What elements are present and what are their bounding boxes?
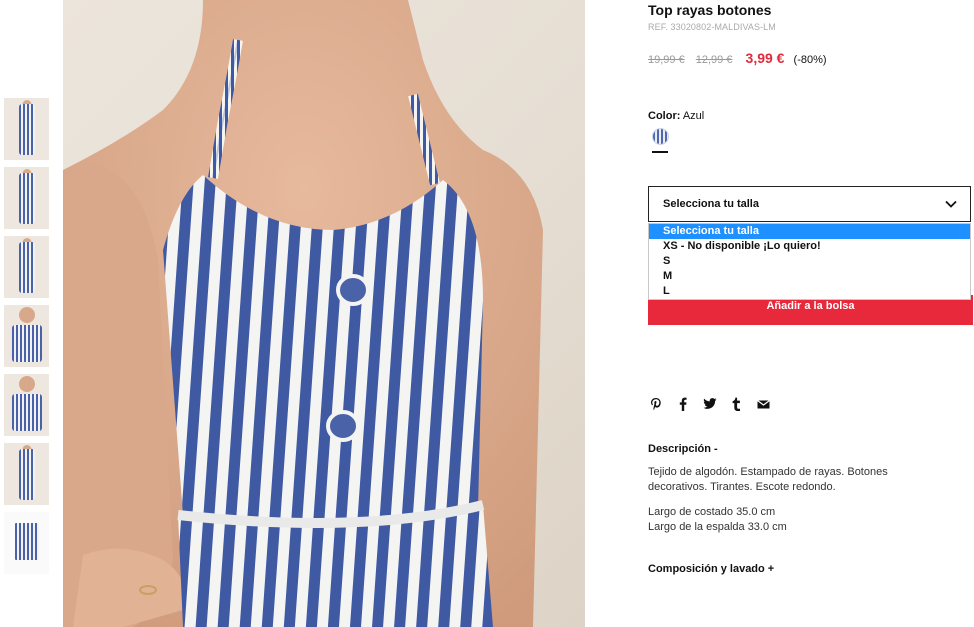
thumbnail-strip [4,98,50,581]
color-swatch-azul[interactable] [652,128,669,145]
price-row: 19,99 € 12,99 € 3,99 € (-80%) [648,50,827,66]
composition-heading[interactable]: Composición y lavado + [648,563,774,575]
thumbnail-6[interactable] [4,443,49,505]
product-main-image[interactable] [63,0,585,627]
discount-badge: (-80%) [793,54,827,66]
color-label: Color: [648,110,681,122]
size-option-s[interactable]: S [649,254,970,269]
facebook-icon[interactable] [675,396,690,411]
thumbnail-4[interactable] [4,305,49,367]
description-text: Tejido de algodón. Estampado de rayas. B… [648,466,888,493]
thumbnail-3[interactable] [4,236,49,298]
size-option-placeholder[interactable]: Selecciona tu talla [649,224,970,239]
current-price: 3,99 € [745,50,785,66]
measure-side: Largo de costado 35.0 cm [648,506,776,518]
product-reference: REF. 33020802-MALDIVAS-LM [648,22,776,32]
description-heading[interactable]: Descripción - [648,443,718,455]
thumbnail-5[interactable] [4,374,49,436]
product-title: Top rayas botones [648,2,772,18]
size-option-xs[interactable]: XS - No disponible ¡Lo quiero! [649,239,970,254]
color-value: Azul [682,110,705,122]
twitter-icon[interactable] [702,396,717,411]
size-option-l[interactable]: L [649,284,970,299]
measure-back: Largo de la espalda 33.0 cm [648,521,787,533]
original-price: 19,99 € [648,54,685,66]
size-select[interactable]: Selecciona tu talla [648,186,971,222]
size-select-value: Selecciona tu talla [663,198,759,210]
color-row: Color: Azul [648,110,704,122]
tumblr-icon[interactable] [729,396,744,411]
thumbnail-7[interactable] [4,512,49,574]
pinterest-icon[interactable] [648,396,663,411]
size-options-list: Selecciona tu talla XS - No disponible ¡… [648,223,971,300]
chevron-down-icon [945,200,957,208]
thumbnail-2[interactable] [4,167,49,229]
thumbnail-1[interactable] [4,98,49,160]
mail-icon[interactable] [756,396,771,411]
share-icons [648,396,771,411]
previous-price: 12,99 € [695,54,733,66]
size-option-m[interactable]: M [649,269,970,284]
selected-swatch-indicator [652,151,668,153]
